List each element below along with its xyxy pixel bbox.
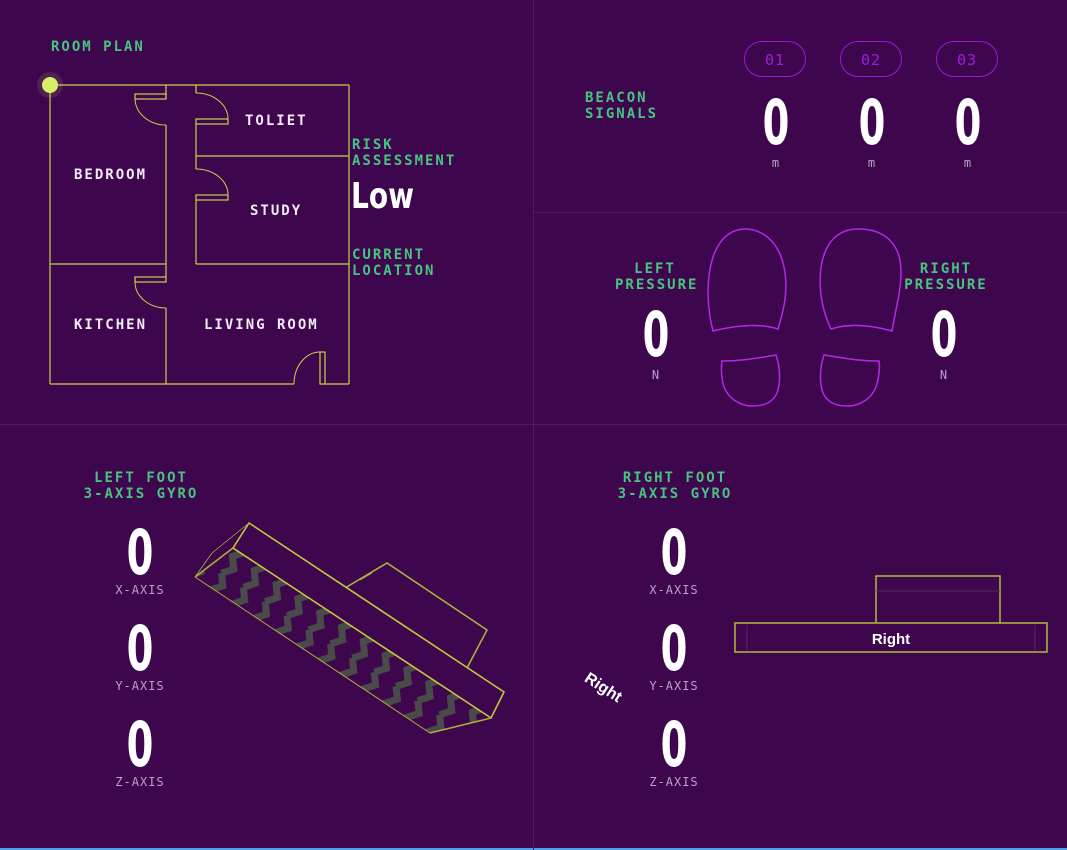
beacon-distance-value: 0 (858, 86, 886, 159)
right-foot-heel-icon (819, 354, 881, 407)
footprints (707, 228, 902, 407)
beacon-id-pill[interactable]: 03 (936, 41, 998, 77)
pressure-panel: LEFT PRESSURE 0 N RIGHT PRESSURE 0 N (533, 212, 1067, 424)
door-entrance (319, 351, 326, 385)
beacon-distance-value: 0 (954, 86, 982, 159)
door-swing (134, 98, 167, 126)
beacon-distance-unit: m (771, 156, 781, 170)
room-label-toilet[interactable]: TOLIET (245, 113, 308, 129)
door-study (195, 194, 229, 201)
door-swing (195, 92, 229, 120)
door-toilet (195, 118, 229, 125)
beacon-distance-unit: m (963, 156, 973, 170)
door-swing (195, 168, 229, 196)
right-foot-forefoot-icon (819, 228, 902, 332)
beacon-signals-panel: BEACON SIGNALS 01 0 m 02 0 m 03 0 m (533, 0, 1067, 212)
beacon-distance-value: 0 (762, 86, 790, 159)
beacon-id-pill[interactable]: 02 (840, 41, 902, 77)
current-location-label: CURRENT LOCATION (352, 247, 436, 279)
room-label-kitchen[interactable]: KITCHEN (74, 317, 147, 333)
right-shoe-3d-model[interactable]: Right (533, 425, 1067, 850)
room-label-study[interactable]: STUDY (250, 203, 302, 219)
right-gyro-panel: RIGHT FOOT 3-AXIS GYRO 0 X-AXIS 0 Y-AXIS… (533, 425, 1067, 850)
left-foot-forefoot-icon (707, 228, 787, 332)
left-gyro-panel: LEFT FOOT 3-AXIS GYRO 0 X-AXIS 0 Y-AXIS … (0, 425, 626, 850)
shoe-sole-side (195, 548, 491, 733)
room-label-living-room[interactable]: LIVING ROOM (204, 317, 319, 333)
risk-assessment-value: Low (351, 176, 415, 217)
shoe-heel-block (875, 575, 1001, 625)
risk-assessment-label: RISK ASSESSMENT (352, 137, 457, 169)
room-plan-panel: ROOM PLAN BEDROOM TOLIET STUDY KITCHEN L… (0, 0, 533, 424)
door-kitchen (134, 276, 167, 283)
room-label-bedroom[interactable]: BEDROOM (74, 167, 147, 183)
left-foot-heel-icon (720, 354, 781, 407)
beacon-signals-title: BEACON SIGNALS (585, 90, 659, 122)
door-bedroom (134, 93, 167, 100)
location-marker (42, 77, 58, 93)
door-swing (293, 351, 321, 385)
shoe-model-label: Right (872, 631, 910, 648)
left-shoe-3d-model[interactable]: Right (0, 425, 625, 850)
beacon-distance-unit: m (867, 156, 877, 170)
door-swing (134, 281, 167, 309)
beacon-id-pill[interactable]: 01 (744, 41, 806, 77)
